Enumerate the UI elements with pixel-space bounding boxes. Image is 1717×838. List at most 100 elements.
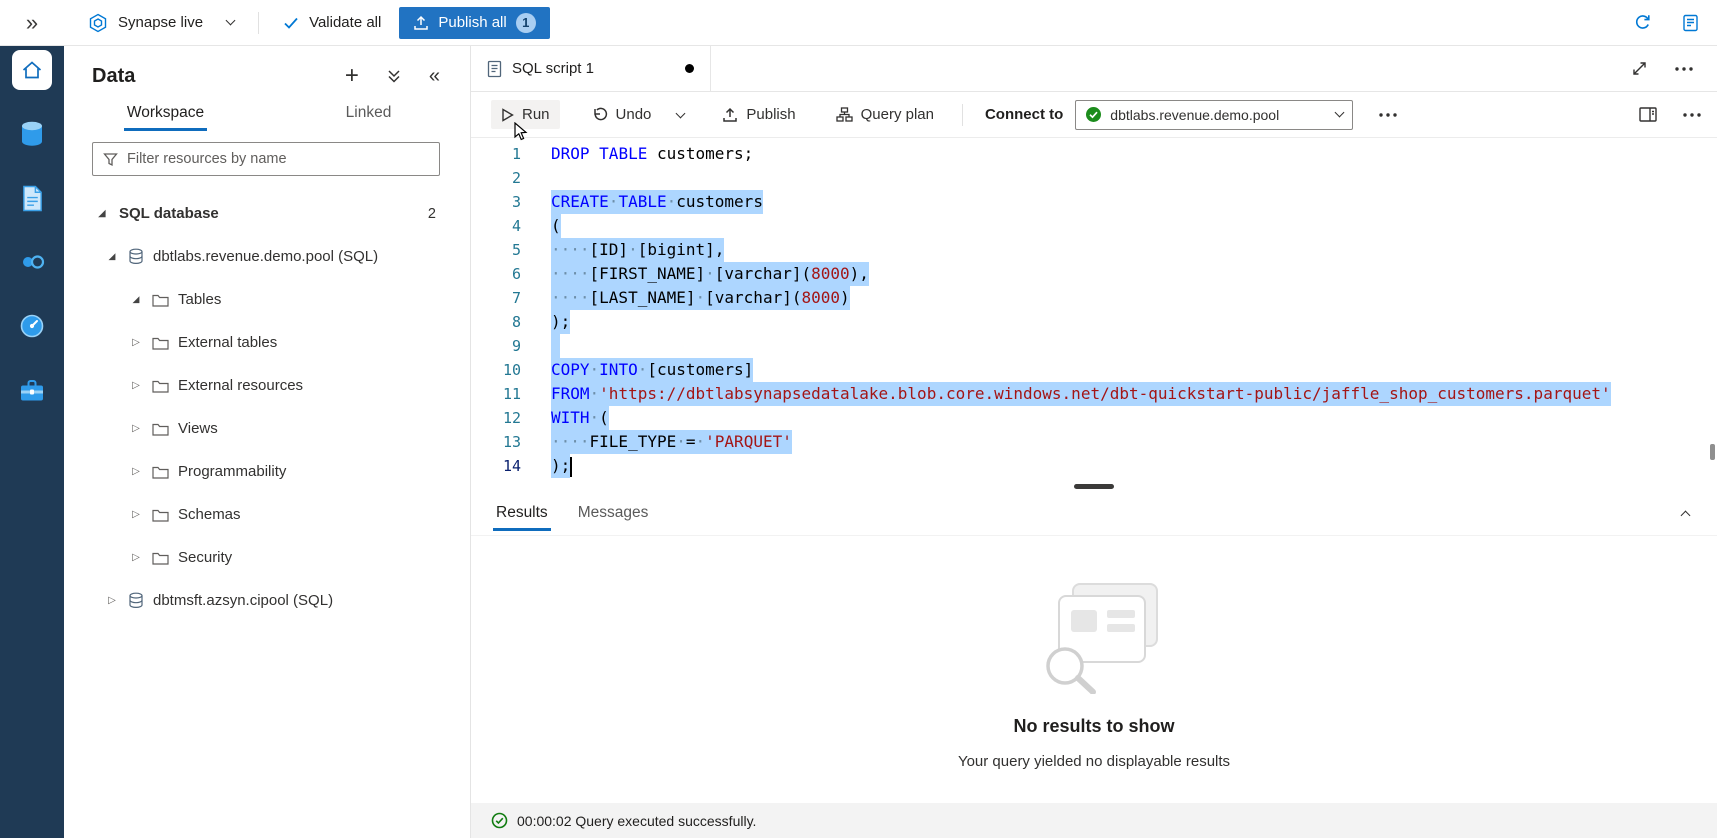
toolbar-more-icon[interactable]: [1379, 113, 1397, 117]
publish-all-button[interactable]: Publish all 1: [399, 7, 549, 39]
refresh-icon[interactable]: [1633, 13, 1652, 32]
tree-item[interactable]: ◢dbtlabs.revenue.demo.pool (SQL): [64, 235, 470, 278]
code-line[interactable]: 6····[FIRST_NAME]·[varchar](8000),: [471, 262, 1717, 286]
integrate-icon[interactable]: [12, 242, 52, 282]
splitter-handle[interactable]: [1074, 484, 1114, 489]
connect-to-label: Connect to: [985, 106, 1063, 123]
connected-check-icon: [1085, 106, 1102, 123]
query-plan-button[interactable]: Query plan: [826, 100, 944, 129]
home-icon[interactable]: [12, 50, 52, 90]
code-line[interactable]: 12WITH·(: [471, 406, 1717, 430]
more-icon[interactable]: [1675, 67, 1693, 71]
code-line[interactable]: 8);: [471, 310, 1717, 334]
twisty-expanded-icon[interactable]: ◢: [128, 294, 144, 305]
undo-button[interactable]: Undo: [582, 100, 662, 129]
twisty-collapsed-icon[interactable]: ▷: [128, 466, 144, 477]
pool-select-value: dbtlabs.revenue.demo.pool: [1110, 107, 1279, 123]
text-cursor: [570, 457, 572, 477]
line-number: 7: [471, 286, 521, 310]
filter-resources-input[interactable]: [127, 151, 429, 167]
twisty-collapsed-icon[interactable]: ▷: [128, 337, 144, 348]
tabbar-right-actions: [1632, 46, 1717, 91]
undo-label: Undo: [616, 106, 652, 123]
code-line[interactable]: 13····FILE_TYPE·=·'PARQUET': [471, 430, 1717, 454]
tree-item-label: dbtmsft.azsyn.cipool (SQL): [153, 592, 333, 609]
divider: [258, 12, 259, 34]
no-results-subtitle: Your query yielded no displayable result…: [958, 753, 1230, 770]
twisty-expanded-icon[interactable]: ◢: [94, 208, 110, 219]
panel-title: Data: [92, 65, 135, 88]
synapse-live-selector[interactable]: Synapse live: [88, 13, 234, 33]
code-line[interactable]: 2: [471, 166, 1717, 190]
undo-dropdown-chevron-icon[interactable]: [671, 98, 690, 131]
publish-label: Publish: [746, 106, 795, 123]
more-icon[interactable]: [1683, 113, 1701, 117]
tab-results[interactable]: Results: [481, 490, 563, 535]
resource-tree: ◢SQL database2◢dbtlabs.revenue.demo.pool…: [64, 192, 470, 622]
expand-editor-icon[interactable]: [1632, 61, 1647, 76]
twisty-collapsed-icon[interactable]: ▷: [128, 380, 144, 391]
code-line[interactable]: 10COPY·INTO·[customers]: [471, 358, 1717, 382]
add-icon[interactable]: +: [345, 64, 359, 88]
twisty-collapsed-icon[interactable]: ▷: [104, 595, 120, 606]
code-lines: 1DROP TABLE customers;23CREATE·TABLE·cus…: [471, 142, 1717, 478]
run-button[interactable]: Run: [491, 100, 560, 129]
tab-messages[interactable]: Messages: [563, 490, 664, 535]
tree-item[interactable]: ▷ Schemas: [64, 493, 470, 536]
twisty-collapsed-icon[interactable]: ▷: [128, 552, 144, 563]
synapse-logo-icon: [88, 13, 108, 33]
code-editor[interactable]: 1DROP TABLE customers;23CREATE·TABLE·cus…: [471, 138, 1717, 482]
tree-item[interactable]: ▷ Views: [64, 407, 470, 450]
tab-sql-script-1[interactable]: SQL script 1: [471, 46, 711, 91]
code-line[interactable]: 3CREATE·TABLE·customers: [471, 190, 1717, 214]
code-line[interactable]: 14);: [471, 454, 1717, 478]
tab-label: Results: [496, 504, 548, 522]
code-line[interactable]: 9: [471, 334, 1717, 358]
tree-item[interactable]: ▷External tables: [64, 321, 470, 364]
code-line[interactable]: 4(: [471, 214, 1717, 238]
publish-button[interactable]: Publish: [712, 100, 805, 129]
editor-results-splitter: [471, 482, 1717, 490]
code-line[interactable]: 7····[LAST_NAME]·[varchar](8000): [471, 286, 1717, 310]
develop-icon[interactable]: [12, 178, 52, 218]
double-chevron-right-icon[interactable]: »: [0, 12, 64, 34]
tab-workspace[interactable]: Workspace: [64, 90, 267, 136]
tree-item-label: Schemas: [178, 506, 241, 523]
query-plan-label: Query plan: [861, 106, 934, 123]
tab-linked[interactable]: Linked: [267, 90, 470, 136]
body-row: Data + « Workspace Linked ◢SQL database2…: [0, 46, 1717, 838]
tree-item[interactable]: ◢SQL database2: [64, 192, 470, 235]
editor-scrollbar[interactable]: [1710, 444, 1715, 460]
database-icon: [128, 592, 144, 609]
data-icon[interactable]: [12, 114, 52, 154]
chevron-up-icon[interactable]: [1682, 504, 1717, 522]
twisty-collapsed-icon[interactable]: ▷: [128, 423, 144, 434]
tree-item-label: External resources: [178, 377, 303, 394]
tree-item[interactable]: ▷ External resources: [64, 364, 470, 407]
code-line[interactable]: 11FROM·'https://dbtlabsynapsedatalake.bl…: [471, 382, 1717, 406]
tree-item[interactable]: ▷Security: [64, 536, 470, 579]
code-line[interactable]: 1DROP TABLE customers;: [471, 142, 1717, 166]
tree-item-label: Tables: [178, 291, 221, 308]
twisty-collapsed-icon[interactable]: ▷: [128, 509, 144, 520]
tree-item[interactable]: ▷Programmability: [64, 450, 470, 493]
line-number: 8: [471, 310, 521, 334]
tree-item[interactable]: ▷ dbtmsft.azsyn.cipool (SQL): [64, 579, 470, 622]
code-line[interactable]: 5····[ID]·[bigint],: [471, 238, 1717, 262]
manage-icon[interactable]: [12, 370, 52, 410]
twisty-expanded-icon[interactable]: ◢: [104, 251, 120, 262]
validate-all-button[interactable]: Validate all: [283, 14, 381, 31]
tree-item-label: Views: [178, 420, 218, 437]
clipboard-icon[interactable]: [1682, 14, 1699, 32]
folder-icon: [152, 551, 169, 565]
expand-all-icon[interactable]: [387, 68, 401, 84]
publish-all-label: Publish all: [438, 14, 506, 31]
tree-item[interactable]: ◢ Tables: [64, 278, 470, 321]
validate-check-icon: [283, 15, 299, 31]
pool-select-dropdown[interactable]: dbtlabs.revenue.demo.pool: [1075, 100, 1353, 130]
filter-icon: [103, 152, 118, 167]
monitor-icon[interactable]: [12, 306, 52, 346]
collapse-panel-icon[interactable]: «: [429, 66, 440, 86]
tab-label: Workspace: [127, 104, 204, 122]
properties-icon[interactable]: [1639, 107, 1657, 122]
